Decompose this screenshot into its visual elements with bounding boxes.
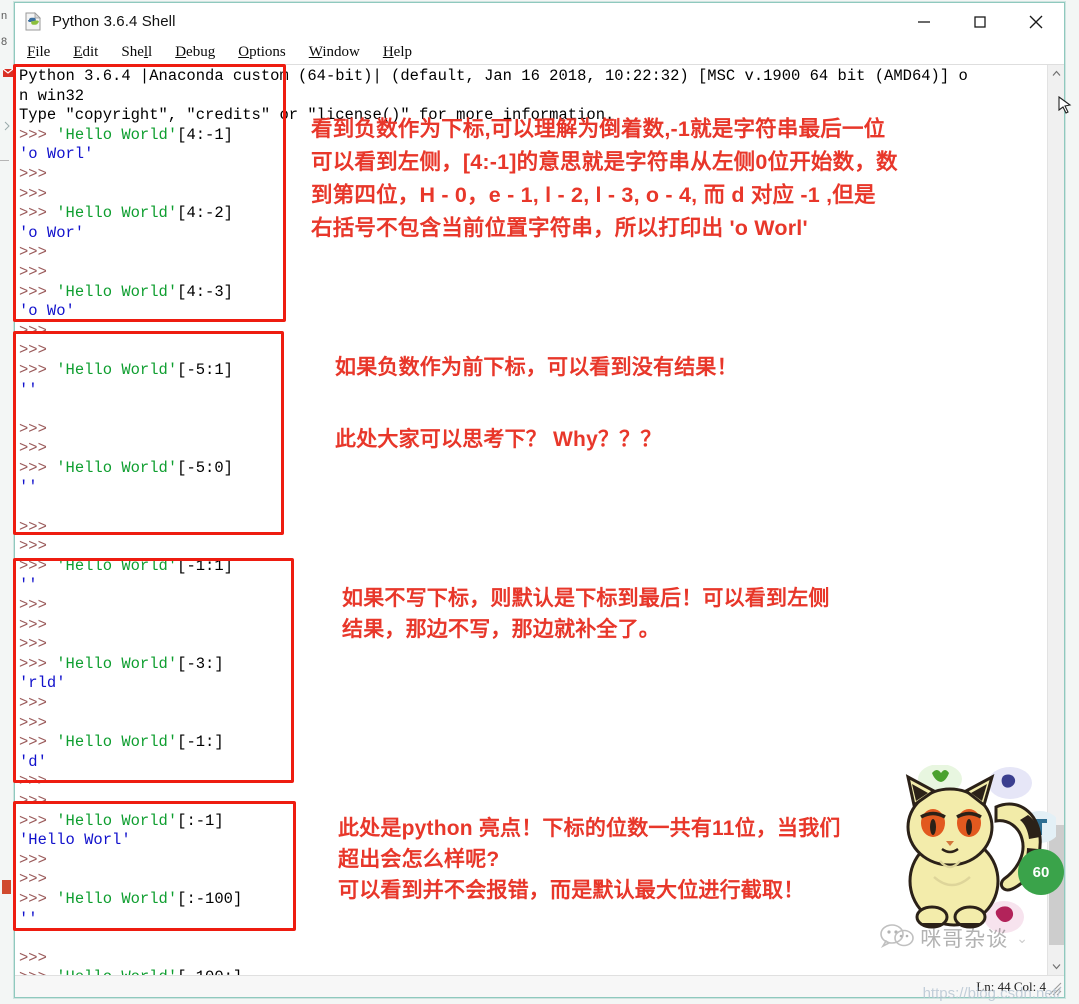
minimize-button[interactable]	[896, 3, 952, 40]
menu-help[interactable]: Help	[383, 44, 412, 61]
shell-output-line: ''	[19, 909, 38, 928]
resize-grip-icon[interactable]	[1048, 982, 1062, 996]
shell-input-line: >>> 'Hello World'[-100:]	[19, 968, 1047, 975]
menu-shell[interactable]: Shell	[121, 44, 152, 61]
window-title: Python 3.6.4 Shell	[52, 13, 176, 30]
python-file-icon	[24, 12, 43, 31]
shell-input-line: >>> 'Hello World'[-1:]	[19, 733, 224, 752]
annotation-note-3: 如果不写下标，则默认是下标到最后！可以看到左侧 结果，那边不写，那边就补全了。	[342, 587, 830, 641]
shell-input-line: >>> 'Hello World'[4:-3]	[19, 282, 233, 301]
shell-prompt-line: >>>	[19, 948, 57, 967]
close-button[interactable]	[1008, 3, 1064, 40]
menu-debug[interactable]: Debug	[175, 44, 215, 61]
shell-banner-line: n win32	[19, 86, 85, 105]
shell-output-line: ''	[19, 478, 38, 497]
annotation-note-4: 此处是python 亮点！下标的位数一共有11位，当我们 超出会怎么样呢? 可以…	[338, 817, 841, 902]
shell-blank-line	[19, 929, 1047, 949]
shell-prompt-line: >>>	[19, 791, 57, 810]
title-bar: Python 3.6.4 Shell	[15, 3, 1064, 40]
shell-prompt-line: >>>	[19, 694, 57, 712]
shell-output-line: 'o Wo'	[19, 302, 75, 321]
shell-output-line: 'd'	[19, 752, 47, 771]
menu-options[interactable]: Options	[238, 44, 286, 61]
vertical-scrollbar[interactable]	[1047, 65, 1064, 975]
menu-file[interactable]: File	[27, 44, 50, 61]
shell-prompt-line: >>>	[19, 772, 57, 791]
desktop-mail-icon	[2, 66, 14, 78]
shell-prompt-line: >>>	[19, 537, 57, 556]
shell-prompt-line: >>>	[19, 713, 57, 732]
scroll-up-arrow[interactable]	[1048, 65, 1065, 82]
green-badge: 60	[1018, 849, 1064, 895]
shell-input-line: >>> 'Hello World'[-1:1]	[19, 556, 233, 575]
shell-area: Python 3.6.4 |Anaconda custom (64-bit)| …	[13, 64, 1064, 975]
desktop-glyph-n: n	[1, 10, 8, 22]
status-bar: Ln: 44 Col: 4	[15, 975, 1064, 997]
desktop-divider	[0, 160, 9, 161]
window-controls	[896, 3, 1064, 40]
annotation-note-1: 看到负数作为下标,可以理解为倒着数,-1就是字符串最后一位 可以看到左侧，[4:…	[311, 117, 898, 240]
shell-blank-line	[19, 498, 1047, 518]
mouse-cursor	[1058, 95, 1072, 116]
desktop-arrow-icon	[2, 118, 12, 131]
menu-bar: File Edit Shell Debug Options Window Hel…	[15, 40, 1064, 65]
annotation-note-2: 如果负数作为前下标，可以看到没有结果！ 此处大家可以思考下？ Why？？？	[335, 356, 738, 451]
desktop-taskbar-icon	[2, 880, 11, 894]
cursor-position-indicator: Ln: 44 Col: 4	[976, 978, 1046, 994]
shell-input-line: >>> 'Hello World'[-5:0]	[19, 458, 233, 477]
shell-prompt-line: >>>	[19, 243, 57, 262]
shell-output-line: 'rld'	[19, 674, 66, 693]
menu-edit[interactable]: Edit	[73, 44, 98, 61]
desktop-glyph-8: 8	[1, 36, 8, 48]
shell-prompt-line: >>>	[19, 321, 57, 340]
shell-input-line: >>> 'Hello World'[-3:]	[19, 654, 224, 673]
maximize-button[interactable]	[952, 3, 1008, 40]
shell-prompt-line: >>>	[19, 262, 57, 281]
shell-banner-line: Python 3.6.4 |Anaconda custom (64-bit)| …	[19, 67, 968, 85]
menu-window[interactable]: Window	[309, 44, 360, 61]
shell-prompt-line: >>>	[19, 517, 57, 536]
scroll-down-arrow[interactable]	[1048, 958, 1065, 975]
python-shell-window: Python 3.6.4 Shell File Edit Shell Debug…	[13, 2, 1065, 998]
